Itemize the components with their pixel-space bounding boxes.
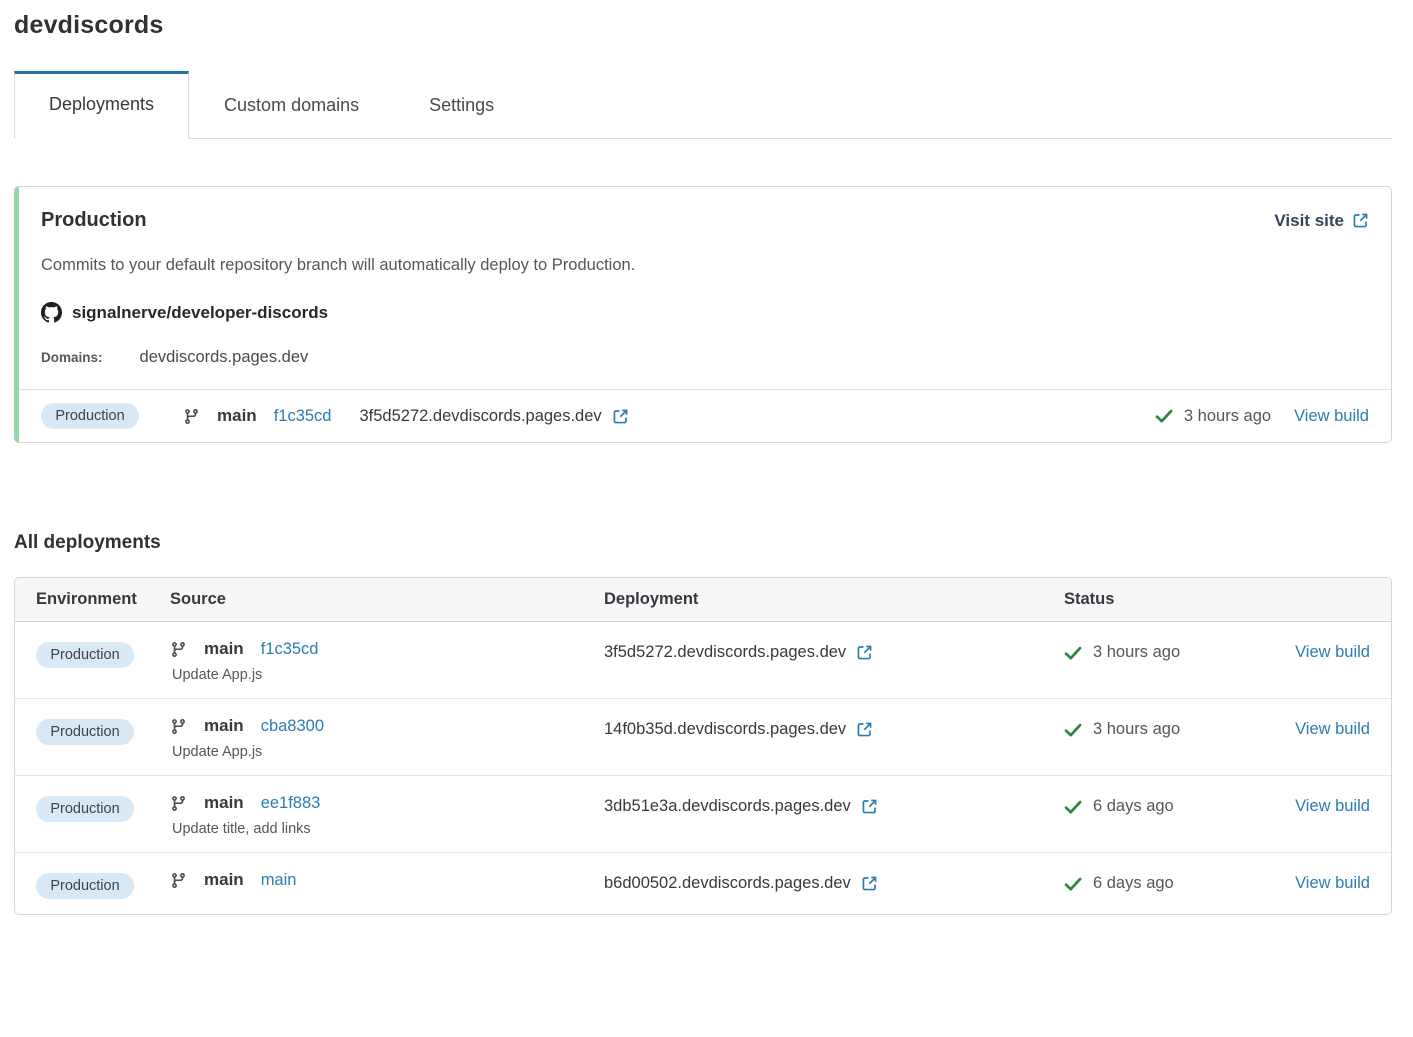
table-body: Production main f1c35cd Update App.js 3f… bbox=[15, 622, 1391, 914]
page: devdiscords Deployments Custom domains S… bbox=[0, 0, 1413, 915]
column-environment: Environment bbox=[36, 590, 170, 609]
page-title: devdiscords bbox=[14, 0, 1392, 40]
deployment-url: 3f5d5272.devdiscords.pages.dev bbox=[604, 643, 846, 662]
git-branch-icon bbox=[170, 641, 187, 658]
column-deployment: Deployment bbox=[604, 590, 1064, 609]
external-link-icon[interactable] bbox=[856, 644, 873, 661]
check-success-icon bbox=[1155, 407, 1173, 425]
deployment-url: 3db51e3a.devdiscords.pages.dev bbox=[604, 797, 851, 816]
production-deployment-row: Production main f1c35cd 3f5d5272.devdisc… bbox=[19, 389, 1391, 442]
all-deployments-title: All deployments bbox=[14, 532, 1392, 554]
branch-name: main bbox=[217, 406, 257, 426]
external-link-icon bbox=[1352, 212, 1369, 229]
branch-name: main bbox=[204, 639, 244, 659]
git-branch-icon bbox=[170, 872, 187, 889]
domains-label: Domains: bbox=[41, 350, 103, 365]
environment-badge: Production bbox=[36, 796, 134, 822]
production-card: Production Visit site Commits to your de… bbox=[14, 186, 1392, 443]
commit-link[interactable]: ee1f883 bbox=[261, 794, 321, 813]
status-time: 6 days ago bbox=[1093, 797, 1174, 816]
git-branch-icon bbox=[183, 408, 200, 425]
external-link-icon[interactable] bbox=[861, 798, 878, 815]
check-success-icon bbox=[1064, 875, 1082, 893]
table-row: Production main ee1f883 Update title, ad… bbox=[15, 776, 1391, 853]
branch-name: main bbox=[204, 793, 244, 813]
column-status: Status bbox=[1064, 590, 1370, 609]
status-time: 3 hours ago bbox=[1184, 407, 1271, 426]
deployment-url: b6d00502.devdiscords.pages.dev bbox=[604, 874, 851, 893]
branch-name: main bbox=[204, 870, 244, 890]
status-time: 3 hours ago bbox=[1093, 643, 1180, 662]
check-success-icon bbox=[1064, 721, 1082, 739]
commit-link[interactable]: f1c35cd bbox=[261, 640, 319, 659]
external-link-icon[interactable] bbox=[856, 721, 873, 738]
table-header: Environment Source Deployment Status bbox=[15, 578, 1391, 622]
commit-message: Update App.js bbox=[170, 667, 604, 683]
table-row: Production main f1c35cd Update App.js 3f… bbox=[15, 622, 1391, 699]
status-time: 6 days ago bbox=[1093, 874, 1174, 893]
column-source: Source bbox=[170, 590, 604, 609]
visit-site-link[interactable]: Visit site bbox=[1274, 211, 1369, 231]
commit-link[interactable]: cba8300 bbox=[261, 717, 324, 736]
production-card-description: Commits to your default repository branc… bbox=[41, 256, 1369, 275]
github-icon bbox=[41, 302, 62, 323]
table-row: Production main cba8300 Update App.js 14… bbox=[15, 699, 1391, 776]
tab-settings[interactable]: Settings bbox=[394, 72, 529, 139]
view-build-link[interactable]: View build bbox=[1295, 874, 1370, 893]
visit-site-label: Visit site bbox=[1274, 211, 1344, 231]
table-row: Production main main b6d00502.devdiscord… bbox=[15, 853, 1391, 914]
production-card-title: Production bbox=[41, 209, 147, 232]
view-build-link[interactable]: View build bbox=[1294, 407, 1369, 426]
environment-badge: Production bbox=[36, 642, 134, 668]
tab-deployments[interactable]: Deployments bbox=[14, 71, 189, 139]
branch-name: main bbox=[204, 716, 244, 736]
view-build-link[interactable]: View build bbox=[1295, 720, 1370, 739]
external-link-icon[interactable] bbox=[612, 408, 629, 425]
view-build-link[interactable]: View build bbox=[1295, 797, 1370, 816]
domains-value: devdiscords.pages.dev bbox=[140, 348, 309, 367]
tab-custom-domains[interactable]: Custom domains bbox=[189, 72, 394, 139]
check-success-icon bbox=[1064, 644, 1082, 662]
commit-link[interactable]: main bbox=[261, 871, 297, 890]
environment-badge: Production bbox=[41, 403, 139, 429]
deployment-url: 14f0b35d.devdiscords.pages.dev bbox=[604, 720, 846, 739]
check-success-icon bbox=[1064, 798, 1082, 816]
deployments-table: Environment Source Deployment Status Pro… bbox=[14, 577, 1392, 915]
commit-message: Update title, add links bbox=[170, 821, 604, 837]
environment-badge: Production bbox=[36, 719, 134, 745]
status-time: 3 hours ago bbox=[1093, 720, 1180, 739]
repository-name: signalnerve/developer-discords bbox=[72, 303, 328, 323]
git-branch-icon bbox=[170, 718, 187, 735]
deployment-url: 3f5d5272.devdiscords.pages.dev bbox=[359, 407, 601, 426]
view-build-link[interactable]: View build bbox=[1295, 643, 1370, 662]
commit-message: Update App.js bbox=[170, 744, 604, 760]
tab-bar: Deployments Custom domains Settings bbox=[14, 70, 1392, 139]
commit-link[interactable]: f1c35cd bbox=[274, 407, 332, 426]
git-branch-icon bbox=[170, 795, 187, 812]
environment-badge: Production bbox=[36, 873, 134, 899]
external-link-icon[interactable] bbox=[861, 875, 878, 892]
